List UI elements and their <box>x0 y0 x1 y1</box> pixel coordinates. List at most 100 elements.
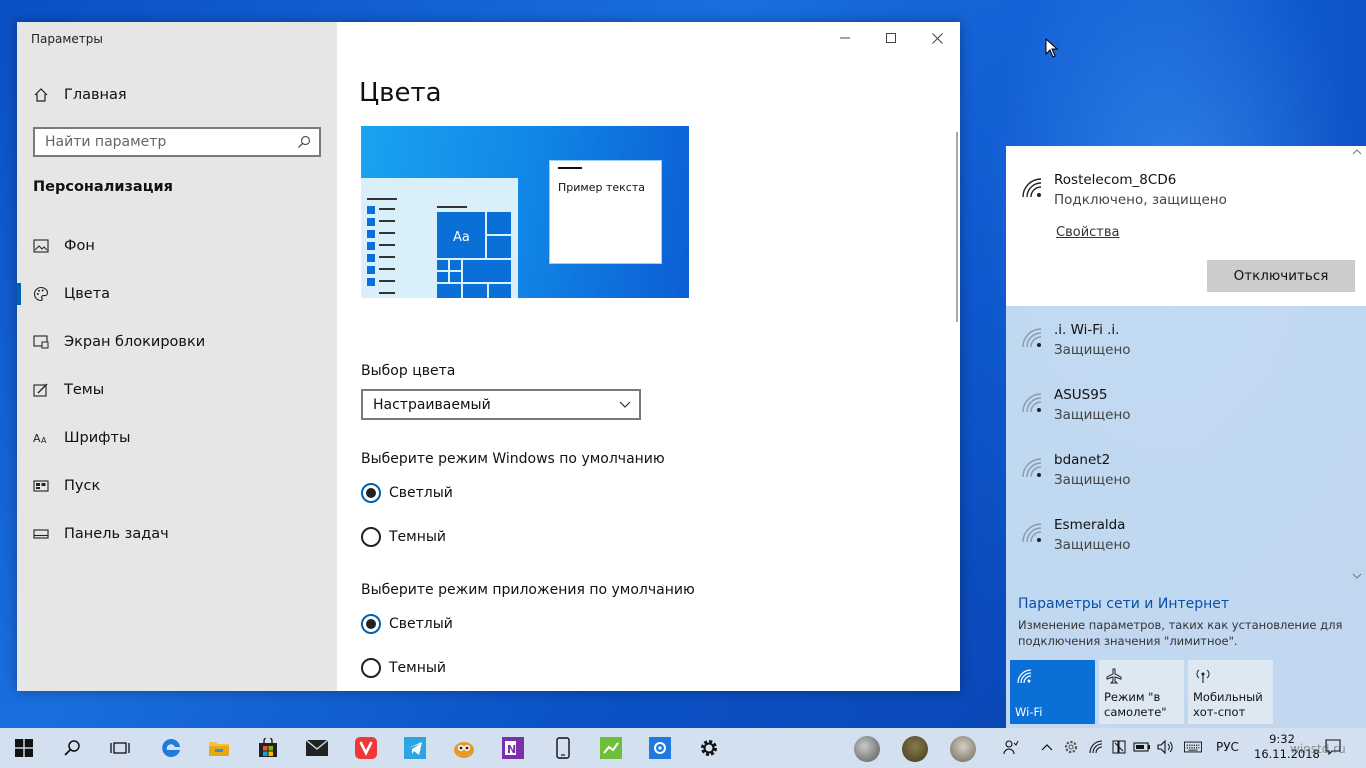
chevron-down-icon[interactable] <box>1352 572 1362 580</box>
nav-item-label: Фон <box>64 238 95 254</box>
app-mode-dark-radio[interactable]: Темный <box>361 657 446 679</box>
radio-label: Темный <box>389 660 447 676</box>
app-title: Параметры <box>31 32 103 46</box>
keyboard-icon[interactable] <box>1184 738 1202 756</box>
search-icon[interactable] <box>60 736 84 760</box>
radio-dot <box>361 614 381 634</box>
windows-mode-dark-radio[interactable]: Темный <box>361 526 446 548</box>
chevron-up-icon[interactable] <box>1352 148 1362 156</box>
content-scrollbar[interactable] <box>956 132 958 322</box>
mobile-hotspot-tile[interactable]: Мобильный хот-спот <box>1188 660 1273 724</box>
taskbar-icon <box>33 526 49 542</box>
nav-item-start[interactable]: Пуск <box>17 462 337 510</box>
notification-center-icon[interactable] <box>1324 738 1342 756</box>
wifi-icon <box>1017 669 1032 684</box>
network-item[interactable]: Esmeralda Защищено <box>1006 513 1366 573</box>
chevron-up-icon[interactable] <box>1038 738 1056 756</box>
preview-tile-text: Aa <box>453 230 470 245</box>
search-icon[interactable] <box>297 135 311 149</box>
airplane-mode-tile[interactable]: Режим "в самолете" <box>1099 660 1184 724</box>
task-view-icon[interactable] <box>108 736 132 760</box>
nav-item-themes[interactable]: Темы <box>17 366 337 414</box>
network-item[interactable]: bdanet2 Защищено <box>1006 448 1366 508</box>
color-preview: Aa Пример текста <box>361 126 689 310</box>
avatar[interactable] <box>902 736 928 762</box>
gimp-icon[interactable] <box>452 736 476 760</box>
chevron-down-icon <box>619 401 631 408</box>
mail-icon[interactable] <box>305 736 329 760</box>
gear-icon[interactable] <box>697 736 721 760</box>
connected-network[interactable]: Rostelecom_8CD6 Подключено, защищено <box>1006 168 1366 228</box>
gear-icon[interactable] <box>1062 738 1080 756</box>
avatar[interactable] <box>854 736 880 762</box>
tile-label: Мобильный хот-спот <box>1193 690 1263 719</box>
settings-nav-pane: Параметры Главная Персонализация Фон Цве… <box>17 22 337 691</box>
telegram-icon[interactable] <box>403 736 427 760</box>
edge-browser-icon[interactable] <box>159 736 183 760</box>
section-label: Персонализация <box>33 179 173 195</box>
tile-label: Wi-Fi <box>1015 705 1043 719</box>
properties-link[interactable]: Свойства <box>1056 225 1120 240</box>
airplane-icon <box>1106 668 1122 684</box>
phone-icon[interactable] <box>551 736 575 760</box>
nav-item-taskbar[interactable]: Панель задач <box>17 510 337 558</box>
flag-icon[interactable] <box>1110 738 1128 756</box>
settings-app-icon-blue[interactable] <box>648 736 672 760</box>
avatar[interactable] <box>950 736 976 762</box>
nav-item-label: Панель задач <box>64 526 169 542</box>
search-box[interactable] <box>33 127 321 157</box>
preview-start-menu <box>367 198 511 298</box>
settings-content: Цвета Aa Пример текста Выбор цвета Настр… <box>337 22 960 691</box>
input-language[interactable]: РУС <box>1216 740 1239 754</box>
nav-item-lock-screen[interactable]: Экран блокировки <box>17 318 337 366</box>
radio-dot <box>361 658 381 678</box>
lock-screen-icon <box>33 334 49 350</box>
nav-item-label: Темы <box>64 382 105 398</box>
windows-start-icon[interactable] <box>12 736 36 760</box>
wifi-icon <box>1022 523 1042 543</box>
network-name: .i. Wi-Fi .i. <box>1054 322 1120 338</box>
radio-dot <box>361 527 381 547</box>
network-status: Защищено <box>1054 407 1131 423</box>
wifi-icon <box>1022 178 1042 198</box>
wifi-icon[interactable] <box>1088 738 1106 756</box>
volume-icon[interactable] <box>1157 738 1175 756</box>
nav-home[interactable]: Главная <box>33 82 127 108</box>
nav-item-background[interactable]: Фон <box>17 222 337 270</box>
store-icon[interactable] <box>256 736 280 760</box>
wifi-toggle-tile[interactable]: Wi-Fi <box>1010 660 1095 724</box>
network-name: Esmeralda <box>1054 517 1126 533</box>
quick-action-tiles: Wi-Fi Режим "в самолете" Мобильный хот-с… <box>1010 660 1277 724</box>
nav-item-label: Цвета <box>64 286 111 302</box>
nav-item-colors[interactable]: Цвета <box>17 270 337 318</box>
app-mode-label: Выберите режим приложения по умолчанию <box>361 582 695 598</box>
palette-icon <box>33 286 49 302</box>
radio-dot <box>361 483 381 503</box>
spreadsheet-app-icon[interactable] <box>599 736 623 760</box>
windows-mode-light-radio[interactable]: Светлый <box>361 482 453 504</box>
network-settings-link[interactable]: Параметры сети и Интернет <box>1018 596 1229 612</box>
color-choice-select[interactable]: Настраиваемый <box>361 389 641 420</box>
disconnect-button[interactable]: Отключиться <box>1207 260 1355 292</box>
search-input[interactable] <box>45 134 285 150</box>
network-item[interactable]: .i. Wi-Fi .i. Защищено <box>1006 318 1366 378</box>
taskbar: N РУС 9:32 16.11.2018 winstd.ru <box>0 728 1366 768</box>
network-status: Защищено <box>1054 537 1131 553</box>
svg-text:N: N <box>507 743 516 756</box>
radio-label: Темный <box>389 529 447 545</box>
people-icon[interactable] <box>1002 738 1020 756</box>
network-item[interactable]: ASUS95 Защищено <box>1006 383 1366 443</box>
wifi-icon <box>1022 328 1042 348</box>
network-name: ASUS95 <box>1054 387 1108 403</box>
nav-list: Фон Цвета Экран блокировки Темы AA Шрифт… <box>17 222 337 558</box>
nav-item-fonts[interactable]: AA Шрифты <box>17 414 337 462</box>
onenote-icon[interactable]: N <box>501 736 525 760</box>
mouse-cursor-icon <box>1045 38 1059 58</box>
app-mode-light-radio[interactable]: Светлый <box>361 613 453 635</box>
radio-label: Светлый <box>389 616 453 632</box>
vivaldi-browser-icon[interactable] <box>354 736 378 760</box>
color-choice-label: Выбор цвета <box>361 363 456 379</box>
file-explorer-icon[interactable] <box>207 736 231 760</box>
battery-icon[interactable] <box>1133 738 1151 756</box>
preview-sample-window: Пример текста <box>549 160 662 264</box>
